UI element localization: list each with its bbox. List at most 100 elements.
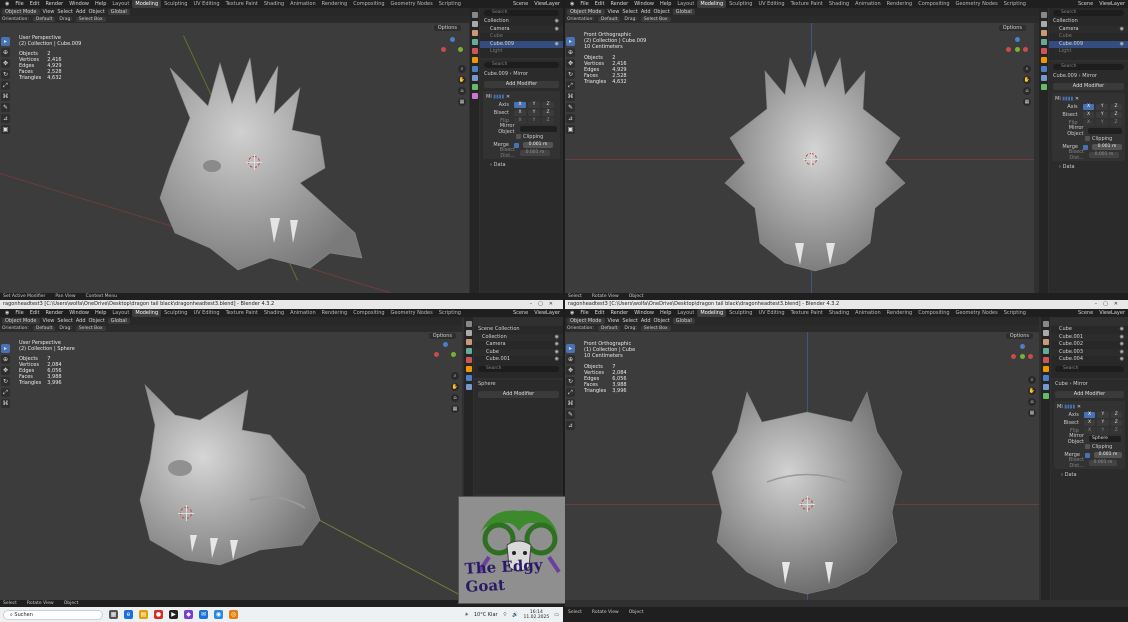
tool-tab-icon[interactable]: [1040, 12, 1047, 18]
modifier-tab-icon[interactable]: [1042, 375, 1049, 381]
bisect-z-toggle[interactable]: Z: [1110, 112, 1122, 118]
scene-tab-icon[interactable]: [471, 39, 478, 45]
bisect-x-toggle[interactable]: X: [514, 110, 526, 116]
add-menu[interactable]: Add: [76, 318, 86, 324]
workspace-tab-shading[interactable]: Shading: [261, 0, 287, 8]
workspace-tab-compositing[interactable]: Compositing: [915, 309, 952, 317]
rotate-tool-icon[interactable]: ↻: [1, 377, 10, 386]
clipping-checkbox[interactable]: [516, 134, 521, 139]
ortho-toggle-icon[interactable]: ▦: [1023, 98, 1031, 106]
select-box-dropdown[interactable]: Select Box: [640, 326, 671, 331]
menu-help[interactable]: Help: [92, 309, 109, 317]
transform-tool-icon[interactable]: ⌘: [566, 92, 575, 101]
menu-render[interactable]: Render: [607, 309, 631, 317]
scene-tab-icon[interactable]: [465, 348, 472, 354]
gizmo-x-icon[interactable]: [434, 352, 439, 357]
clipping-checkbox[interactable]: [1085, 136, 1090, 141]
menu-render[interactable]: Render: [42, 309, 66, 317]
orientation-default[interactable]: Default: [597, 17, 621, 22]
options-dropdown[interactable]: Options: [433, 25, 461, 31]
transform-tool-icon[interactable]: ⌘: [566, 399, 575, 408]
3d-viewport[interactable]: ▸ ⊕ ✥ ↻ ⤢ ⌘ ✎ ⊿ Front Orthographic (1) C…: [565, 332, 1039, 600]
scale-tool-icon[interactable]: ⤢: [1, 388, 10, 397]
add-menu[interactable]: Add: [641, 9, 651, 15]
blender-logo-icon[interactable]: ◉: [567, 309, 577, 317]
workspace-tab-sculpting[interactable]: Sculpting: [161, 0, 190, 8]
mirror-object-field[interactable]: [1088, 128, 1122, 134]
flip-x-toggle[interactable]: X: [1082, 120, 1095, 126]
outliner-row[interactable]: Camera ◉: [1049, 25, 1128, 34]
workspace-tab-shading[interactable]: Shading: [261, 309, 287, 317]
select-box-dropdown[interactable]: Select Box: [640, 17, 671, 22]
workspace-tab-scripting[interactable]: Scripting: [1001, 0, 1029, 8]
transform-orientation[interactable]: Global: [107, 9, 130, 15]
menu-window[interactable]: Window: [631, 0, 657, 8]
gizmo-x-icon[interactable]: [441, 47, 446, 52]
object-tab-icon[interactable]: [1042, 366, 1049, 372]
navigation-gizmo[interactable]: [441, 37, 463, 59]
add-modifier-button[interactable]: Add Modifier: [484, 81, 559, 88]
gizmo-z-icon[interactable]: [450, 37, 455, 42]
eye-icon[interactable]: ◉: [555, 341, 559, 349]
workspace-tab-rendering[interactable]: Rendering: [319, 0, 351, 8]
annotate-tool-icon[interactable]: ✎: [566, 410, 575, 419]
eye-icon[interactable]: ◉: [1120, 41, 1124, 49]
eye-icon[interactable]: ◉: [1120, 26, 1124, 34]
workspace-tab-geometry-nodes[interactable]: Geometry Nodes: [388, 309, 436, 317]
scene-tab-icon[interactable]: [1040, 39, 1047, 45]
pan-hand-icon[interactable]: ✋: [458, 76, 466, 84]
app-icon[interactable]: ●: [154, 610, 163, 619]
gizmo-y-icon[interactable]: [458, 47, 463, 52]
store-icon[interactable]: ◆: [184, 610, 193, 619]
object-tab-icon[interactable]: [471, 57, 478, 63]
navigation-gizmo[interactable]: [1011, 344, 1033, 366]
cursor-tool-icon[interactable]: ⊕: [566, 355, 575, 364]
rotate-tool-icon[interactable]: ↻: [566, 70, 575, 79]
bisect-z-toggle[interactable]: Z: [542, 110, 554, 116]
outliner-row[interactable]: Collection ◉: [480, 18, 563, 26]
dragon-head-mesh[interactable]: [707, 372, 907, 597]
move-tool-icon[interactable]: ✥: [1, 59, 10, 68]
outliner-search[interactable]: Search: [478, 365, 559, 372]
scene-selector[interactable]: Scene: [510, 0, 531, 8]
measure-tool-icon[interactable]: ⊿: [566, 421, 575, 430]
bisect-x-toggle[interactable]: X: [1083, 420, 1096, 426]
output-tab-icon[interactable]: [1042, 339, 1049, 345]
workspace-tab-rendering[interactable]: Rendering: [884, 0, 916, 8]
zoom-icon[interactable]: ⌕: [451, 372, 459, 380]
camera-view-icon[interactable]: ⌂: [1023, 87, 1031, 95]
add-modifier-button[interactable]: Add Modifier: [1055, 391, 1124, 398]
axis-y-toggle[interactable]: Y: [1097, 412, 1109, 418]
outliner-row[interactable]: Light: [480, 48, 563, 56]
flip-x-toggle[interactable]: X: [1083, 428, 1096, 434]
outliner-search[interactable]: Search: [484, 10, 559, 16]
ortho-toggle-icon[interactable]: ▦: [451, 405, 459, 413]
menu-edit[interactable]: Edit: [592, 0, 608, 8]
navigation-gizmo[interactable]: [434, 342, 456, 364]
axis-z-toggle[interactable]: Z: [1110, 104, 1122, 110]
menu-help[interactable]: Help: [657, 0, 674, 8]
flip-z-toggle[interactable]: Z: [542, 118, 554, 124]
outliner-row[interactable]: Cube.002 ◉: [1051, 341, 1128, 349]
workspace-tab-uv-editing[interactable]: UV Editing: [755, 0, 787, 8]
weather-icon[interactable]: ☀: [464, 612, 468, 618]
workspace-tab-animation[interactable]: Animation: [852, 0, 884, 8]
data-tab-icon[interactable]: [1040, 84, 1047, 90]
select-box-dropdown[interactable]: Select Box: [75, 326, 106, 331]
move-tool-icon[interactable]: ✥: [566, 59, 575, 68]
measure-tool-icon[interactable]: ⊿: [566, 114, 575, 123]
viewlayer-selector[interactable]: ViewLayer: [1096, 0, 1128, 8]
render-tab-icon[interactable]: [1040, 21, 1047, 27]
eye-icon[interactable]: ◉: [555, 41, 559, 49]
select-tool-icon[interactable]: ▸: [1, 37, 10, 46]
scene-tab-icon[interactable]: [1042, 348, 1049, 354]
data-subpanel[interactable]: › Data: [1051, 471, 1128, 479]
workspace-tab-modeling[interactable]: Modeling: [697, 309, 727, 317]
ortho-toggle-icon[interactable]: ▦: [458, 98, 466, 106]
camera-view-icon[interactable]: ⌂: [451, 394, 459, 402]
modifier-tab-icon[interactable]: [1040, 66, 1047, 72]
eye-icon[interactable]: ◉: [555, 356, 559, 364]
bisect-distance-field[interactable]: 0.001 m: [1089, 152, 1119, 158]
flip-y-toggle[interactable]: Y: [528, 118, 540, 124]
menu-edit[interactable]: Edit: [27, 309, 43, 317]
